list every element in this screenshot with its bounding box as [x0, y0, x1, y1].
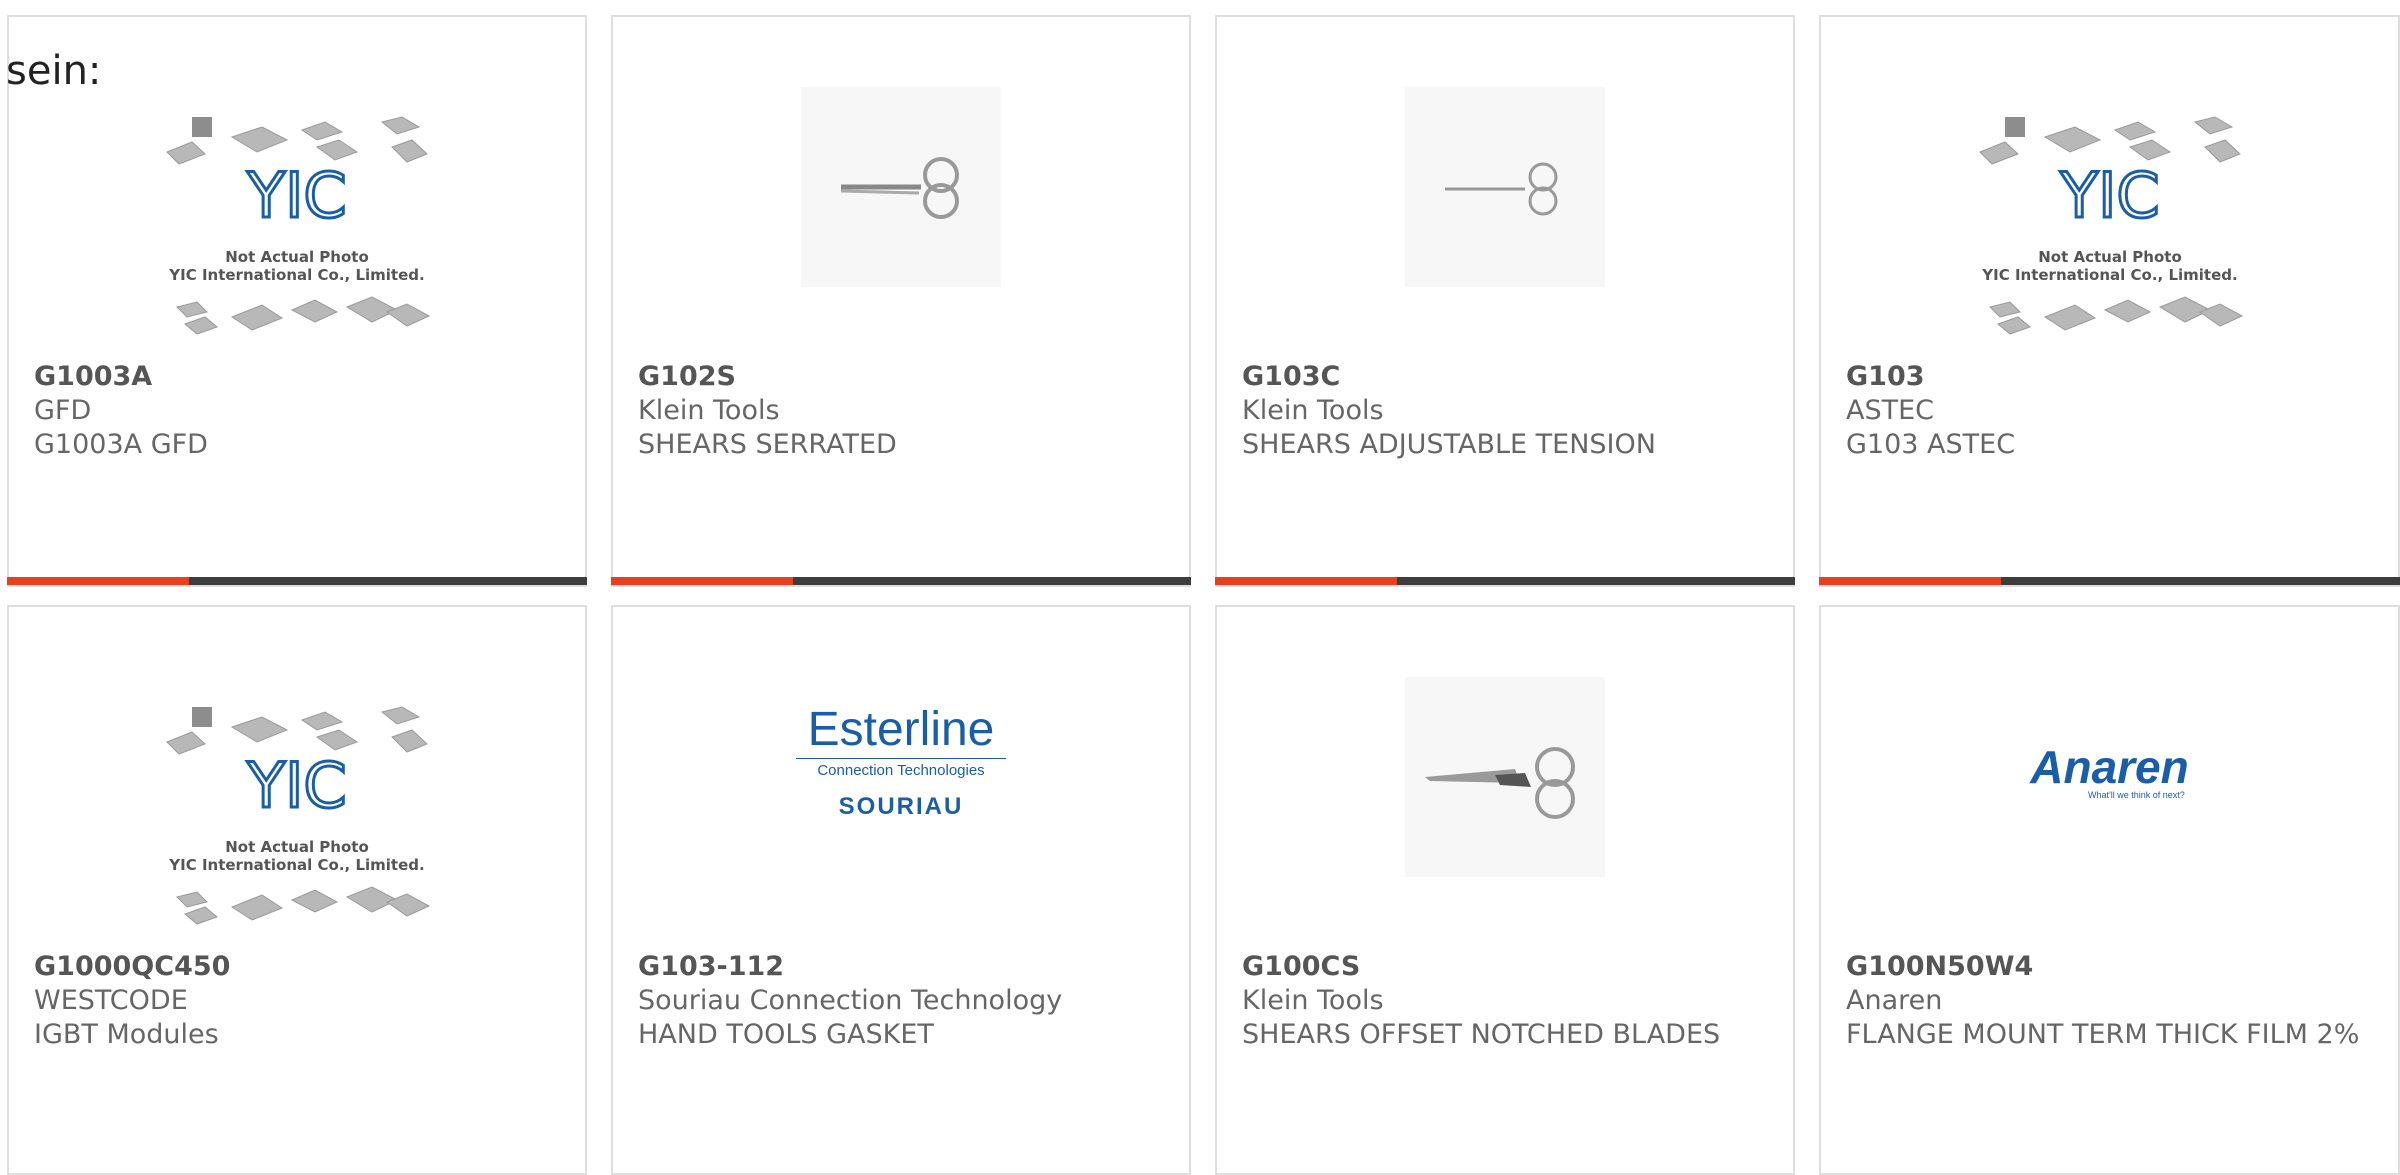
placeholder-line2: YIC International Co., Limited.: [1981, 266, 2237, 284]
product-card[interactable]: G102S Klein Tools SHEARS SERRATED: [611, 15, 1191, 587]
description: FLANGE MOUNT TERM THICK FILM 2%: [1846, 1019, 2360, 1050]
placeholder-line1: Not Actual Photo: [225, 248, 369, 266]
yic-logo: YIC: [246, 159, 346, 232]
product-image: [1217, 87, 1793, 287]
product-card[interactable]: Anaren What'll we think of next? G100N50…: [1819, 605, 2400, 1175]
esterline-name: Esterline: [807, 702, 995, 756]
part-number[interactable]: G1003A: [34, 360, 152, 394]
placeholder-line1: Not Actual Photo: [225, 838, 369, 856]
scissors-image: [1405, 87, 1605, 287]
product-image: Esterline Connection Technologies SOURIA…: [613, 697, 1189, 827]
part-number[interactable]: G100N50W4: [1846, 950, 2033, 984]
card-footer-bar: [7, 577, 587, 585]
part-number[interactable]: G103-112: [638, 950, 784, 984]
part-number[interactable]: G103: [1846, 360, 1925, 394]
anaren-name: Anaren: [2030, 741, 2189, 793]
manufacturer: GFD: [34, 395, 92, 426]
product-card[interactable]: YIC Not Actual Photo YIC International C…: [7, 605, 587, 1175]
part-number[interactable]: G103C: [1242, 360, 1340, 394]
placeholder-line2: YIC International Co., Limited.: [168, 856, 424, 874]
product-image-placeholder: YIC Not Actual Photo YIC International C…: [9, 107, 585, 367]
part-number[interactable]: G102S: [638, 360, 736, 394]
description: G1003A GFD: [34, 429, 208, 460]
placeholder-line1: Not Actual Photo: [2038, 248, 2182, 266]
description: SHEARS OFFSET NOTCHED BLADES: [1242, 1019, 1721, 1050]
yic-placeholder-image: YIC Not Actual Photo YIC International C…: [166, 116, 431, 335]
placeholder-line2: YIC International Co., Limited.: [168, 266, 424, 284]
anaren-logo: Anaren What'll we think of next?: [2030, 744, 2188, 800]
product-card[interactable]: YIC Not Actual Photo YIC International C…: [1819, 15, 2400, 587]
description: SHEARS ADJUSTABLE TENSION: [1242, 429, 1656, 460]
product-card[interactable]: G103C Klein Tools SHEARS ADJUSTABLE TENS…: [1215, 15, 1795, 587]
yic-logo: YIC: [2059, 159, 2159, 232]
product-card[interactable]: G100CS Klein Tools SHEARS OFFSET NOTCHED…: [1215, 605, 1795, 1175]
manufacturer: Klein Tools: [1242, 395, 1384, 426]
yic-logo: YIC: [246, 749, 346, 822]
part-number[interactable]: G1000QC450: [34, 950, 230, 984]
product-image: Anaren What'll we think of next?: [1821, 742, 2398, 802]
page-heading: sein:: [6, 48, 102, 94]
esterline-souriau-logo: Esterline Connection Technologies SOURIA…: [796, 702, 1006, 821]
yic-placeholder-image: YIC Not Actual Photo YIC International C…: [1978, 116, 2243, 335]
card-footer-bar: [1819, 577, 2400, 585]
product-card[interactable]: Esterline Connection Technologies SOURIA…: [611, 605, 1191, 1175]
manufacturer: ASTEC: [1846, 395, 1935, 426]
card-footer-bar: [1215, 577, 1795, 585]
manufacturer: Klein Tools: [638, 395, 780, 426]
product-image-placeholder: YIC Not Actual Photo YIC International C…: [9, 697, 585, 957]
scissors-image: [1405, 677, 1605, 877]
scissors-image: [801, 87, 1001, 287]
product-card[interactable]: YIC Not Actual Photo YIC International C…: [7, 15, 587, 587]
manufacturer: Souriau Connection Technology: [638, 985, 1063, 1016]
description: G103 ASTEC: [1846, 429, 2016, 460]
product-grid: YIC Not Actual Photo YIC International C…: [0, 0, 2400, 1175]
description: HAND TOOLS GASKET: [638, 1019, 934, 1050]
manufacturer: Anaren: [1846, 985, 1943, 1016]
part-number[interactable]: G100CS: [1242, 950, 1360, 984]
product-image: [613, 87, 1189, 287]
product-image: [1217, 677, 1793, 877]
manufacturer: Klein Tools: [1242, 985, 1384, 1016]
description: IGBT Modules: [34, 1019, 219, 1050]
souriau-brand: SOURIAU: [838, 792, 964, 820]
esterline-sub: Connection Technologies: [796, 757, 1006, 783]
yic-placeholder-image: YIC Not Actual Photo YIC International C…: [166, 706, 431, 925]
manufacturer: WESTCODE: [34, 985, 188, 1016]
product-image-placeholder: YIC Not Actual Photo YIC International C…: [1821, 107, 2398, 367]
description: SHEARS SERRATED: [638, 429, 897, 460]
card-footer-bar: [611, 577, 1191, 585]
